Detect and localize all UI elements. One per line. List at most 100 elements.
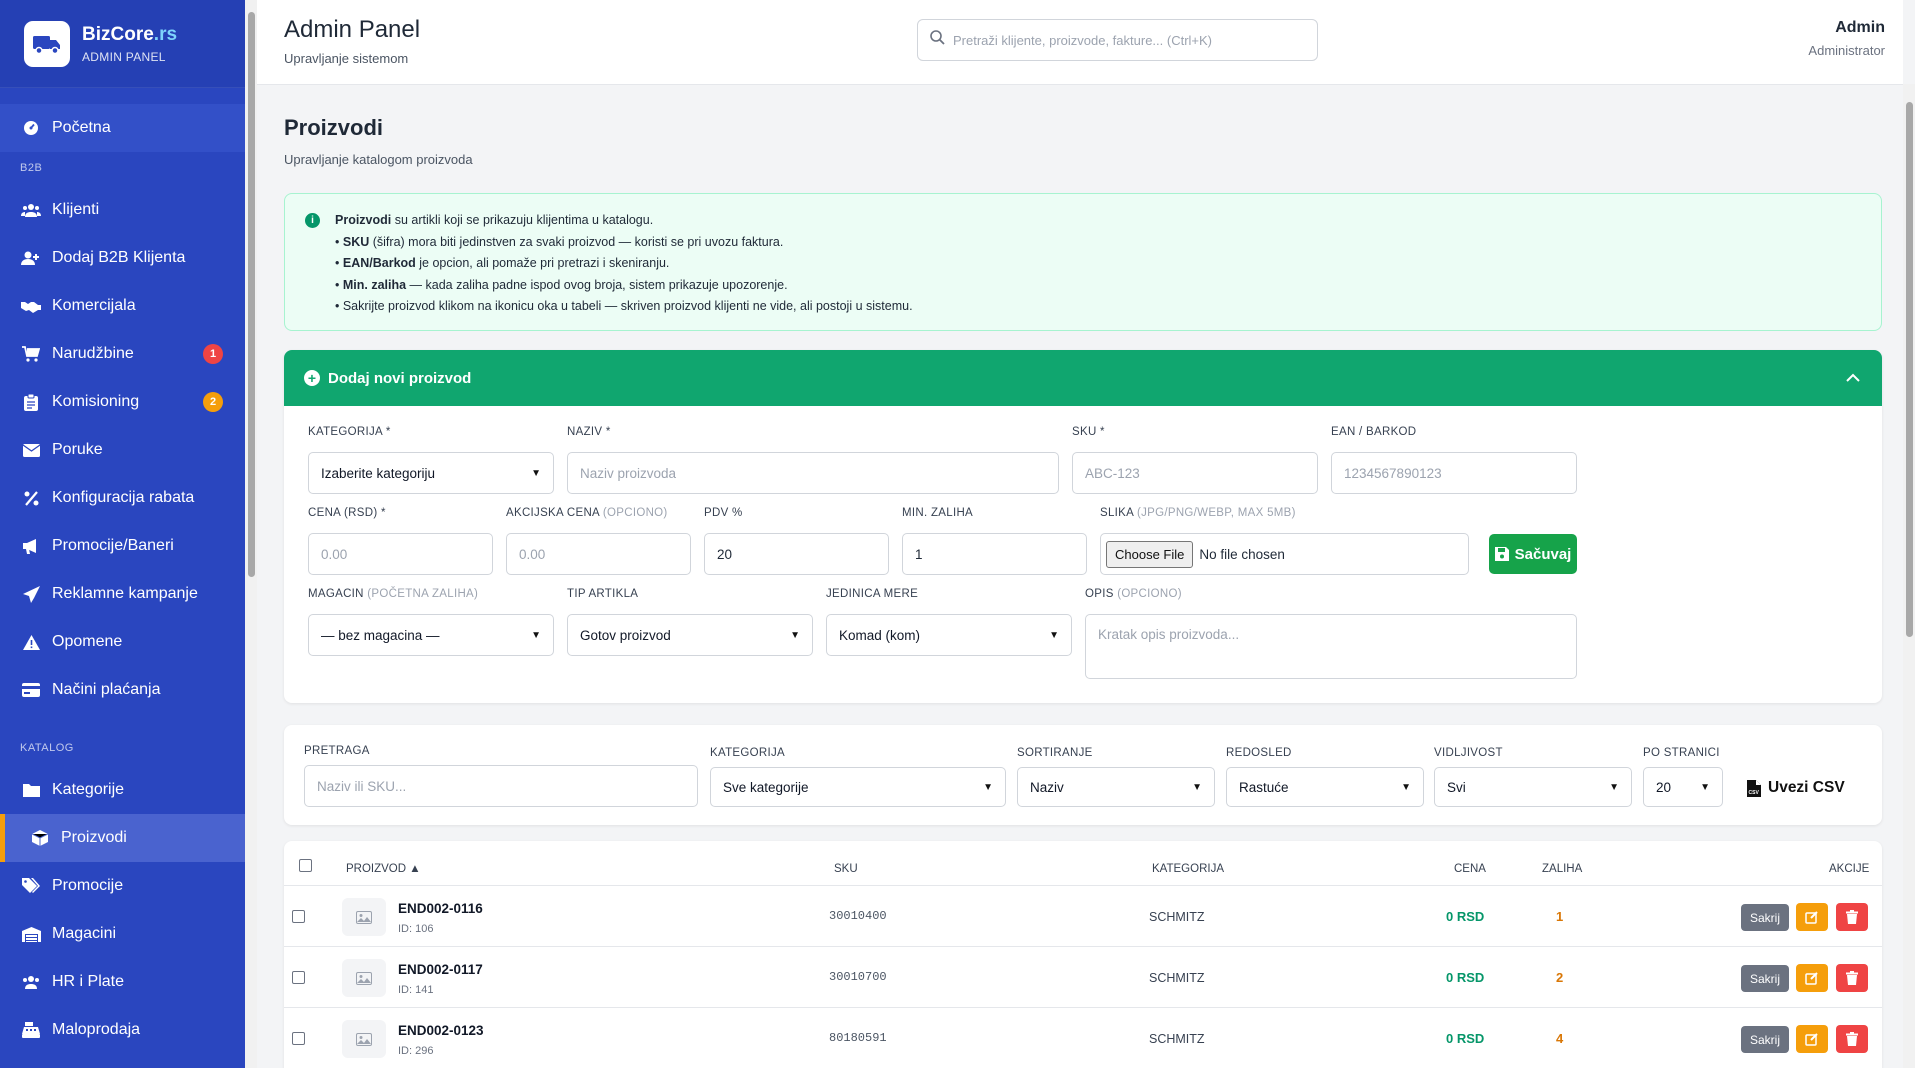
- hide-button[interactable]: Sakrij: [1741, 965, 1789, 992]
- main-scroll-thumb[interactable]: [1906, 102, 1913, 637]
- cena-input[interactable]: 0.00: [308, 533, 493, 575]
- choose-file-button[interactable]: Choose File: [1106, 540, 1194, 568]
- sidebar-item-opomene[interactable]: Opomene: [0, 618, 245, 666]
- edit-button[interactable]: [1796, 964, 1828, 992]
- info-line: Proizvodi su artikli koji se prikazuju k…: [335, 213, 654, 227]
- edit-button[interactable]: [1796, 1025, 1828, 1053]
- warning-icon: [20, 632, 42, 652]
- add-product-header[interactable]: + Dodaj novi proizvod: [284, 350, 1882, 406]
- product-price: 0 RSD: [1446, 970, 1485, 985]
- sidebar-item-reklamne-kampanje[interactable]: Reklamne kampanje: [0, 570, 245, 618]
- top-header: Admin Panel Upravljanje sistemom Admin A…: [257, 0, 1903, 85]
- sku-input[interactable]: ABC-123: [1072, 452, 1318, 494]
- sidebar-scrollbar[interactable]: [245, 0, 257, 1068]
- sidebar-item-magacini[interactable]: Magacini: [0, 910, 245, 958]
- nav-section-b2b: B2B: [20, 162, 43, 174]
- megaphone-icon: [20, 536, 42, 556]
- sidebar-item-poruke[interactable]: Poruke: [0, 426, 245, 474]
- page-subtitle: Upravljanje katalogom proizvoda: [284, 152, 473, 167]
- hide-button[interactable]: Sakrij: [1741, 904, 1789, 931]
- sidebar-item-narudzbine[interactable]: Narudžbine 1: [0, 330, 245, 378]
- delete-button[interactable]: [1836, 903, 1868, 931]
- main-scrollbar[interactable]: [1903, 84, 1915, 1068]
- product-id: ID: 106: [398, 923, 434, 935]
- vidljivost-select[interactable]: Svi ▼: [1434, 767, 1632, 807]
- info-line: • EAN/Barkod je opcion, ali pomaže pri p…: [335, 256, 670, 270]
- sidebar-item-promocije-baneri[interactable]: Promocije/Baneri: [0, 522, 245, 570]
- filter-bar: PRETRAGA Naziv ili SKU... KATEGORIJA Sve…: [284, 725, 1882, 825]
- jedinica-mere-label: JEDINICA MERE: [826, 588, 919, 600]
- table-row[interactable]: END002-0123 ID: 296 80180591 SCHMITZ 0 R…: [284, 1008, 1882, 1068]
- naziv-label: NAZIV *: [567, 426, 611, 438]
- product-stock: 4: [1556, 1031, 1564, 1046]
- import-csv-button[interactable]: CSV Uvezi CSV: [1747, 779, 1845, 797]
- sidebar-item-komercijala[interactable]: Komercijala: [0, 282, 245, 330]
- table-row[interactable]: END002-0116 ID: 106 30010400 SCHMITZ 0 R…: [284, 886, 1882, 947]
- info-icon: i: [305, 213, 320, 228]
- nav-section-katalog: KATALOG: [20, 742, 74, 754]
- paper-plane-icon: [20, 584, 42, 604]
- filter-kategorija-select[interactable]: Sve kategorije ▼: [710, 767, 1006, 807]
- sidebar-scroll-thumb[interactable]: [248, 12, 255, 577]
- cart-icon: [20, 344, 42, 364]
- slika-file-input[interactable]: Choose File No file chosen: [1100, 533, 1469, 575]
- redosled-select[interactable]: Rastuće ▼: [1226, 767, 1424, 807]
- search-input[interactable]: [953, 32, 1293, 48]
- pretraga-input[interactable]: Naziv ili SKU...: [304, 765, 698, 807]
- sidebar-nav: Početna B2B Klijenti Dodaj B2B Klijenta …: [0, 88, 245, 1054]
- row-checkbox[interactable]: [292, 971, 305, 984]
- products-table: PROIZVOD ▲ SKU KATEGORIJA CENA ZALIHA AK…: [284, 841, 1882, 1068]
- brand[interactable]: BizCore.rs ADMIN PANEL: [0, 0, 245, 88]
- row-checkbox[interactable]: [292, 1032, 305, 1045]
- row-checkbox[interactable]: [292, 910, 305, 923]
- trash-icon: [1846, 1032, 1858, 1046]
- edit-button[interactable]: [1796, 903, 1828, 931]
- sidebar-item-proizvodi[interactable]: Proizvodi: [0, 814, 245, 862]
- truck-logo-icon: [24, 20, 70, 67]
- sidebar-item-promocije[interactable]: Promocije: [0, 862, 245, 910]
- opis-textarea[interactable]: Kratak opis proizvoda...: [1085, 614, 1577, 679]
- user-menu[interactable]: Admin Administrator: [1808, 19, 1885, 58]
- chevron-down-icon: ▼: [1609, 781, 1619, 793]
- edit-icon: [1805, 1033, 1818, 1046]
- col-proizvod[interactable]: PROIZVOD ▲: [346, 863, 421, 875]
- delete-button[interactable]: [1836, 964, 1868, 992]
- po-stranici-select[interactable]: 20 ▼: [1643, 767, 1723, 807]
- global-search[interactable]: [917, 19, 1318, 61]
- sidebar-item-komisioning[interactable]: Komisioning 2: [0, 378, 245, 426]
- po-stranici-label: PO STRANICI: [1643, 747, 1720, 759]
- product-sku: 30010400: [829, 909, 887, 923]
- pdv-input[interactable]: 20: [704, 533, 889, 575]
- hide-button[interactable]: Sakrij: [1741, 1026, 1789, 1053]
- select-all-checkbox[interactable]: [299, 859, 312, 872]
- delete-button[interactable]: [1836, 1025, 1868, 1053]
- akcijska-cena-input[interactable]: 0.00: [506, 533, 691, 575]
- table-row[interactable]: END002-0117 ID: 141 30010700 SCHMITZ 0 R…: [284, 947, 1882, 1008]
- product-sku: 80180591: [829, 1031, 887, 1045]
- sidebar-item-nacini-placanja[interactable]: Načini plaćanja: [0, 666, 245, 714]
- jedinica-mere-select[interactable]: Komad (kom) ▼: [826, 614, 1072, 656]
- ean-input[interactable]: 1234567890123: [1331, 452, 1577, 494]
- orders-count-badge: 1: [203, 344, 223, 364]
- kategorija-select[interactable]: Izaberite kategoriju ▼: [308, 452, 554, 494]
- brand-subtitle: ADMIN PANEL: [82, 49, 166, 64]
- sidebar-item-klijenti[interactable]: Klijenti: [0, 186, 245, 234]
- tip-artikla-select[interactable]: Gotov proizvod ▼: [567, 614, 813, 656]
- envelope-icon: [20, 440, 42, 460]
- sidebar-item-maloprodaja[interactable]: Maloprodaja: [0, 1006, 245, 1054]
- sidebar-item-pocetna[interactable]: Početna: [0, 104, 245, 152]
- sidebar-item-dodaj-b2b-klijenta[interactable]: Dodaj B2B Klijenta: [0, 234, 245, 282]
- min-zaliha-input[interactable]: 1: [902, 533, 1087, 575]
- chevron-up-icon[interactable]: [1846, 369, 1860, 386]
- user-role: Administrator: [1808, 43, 1885, 58]
- product-category: SCHMITZ: [1149, 910, 1205, 924]
- save-button[interactable]: Sačuvaj: [1489, 534, 1577, 574]
- naziv-input[interactable]: Naziv proizvoda: [567, 452, 1059, 494]
- sidebar-item-hr-i-plate[interactable]: HR i Plate: [0, 958, 245, 1006]
- sidebar-item-kategorije[interactable]: Kategorije: [0, 766, 245, 814]
- pretraga-label: PRETRAGA: [304, 745, 370, 757]
- sidebar: BizCore.rs ADMIN PANEL Početna B2B Klije…: [0, 0, 245, 1068]
- magacin-select[interactable]: — bez magacina — ▼: [308, 614, 554, 656]
- sortiranje-select[interactable]: Naziv ▼: [1017, 767, 1215, 807]
- sidebar-item-konfiguracija-rabata[interactable]: Konfiguracija rabata: [0, 474, 245, 522]
